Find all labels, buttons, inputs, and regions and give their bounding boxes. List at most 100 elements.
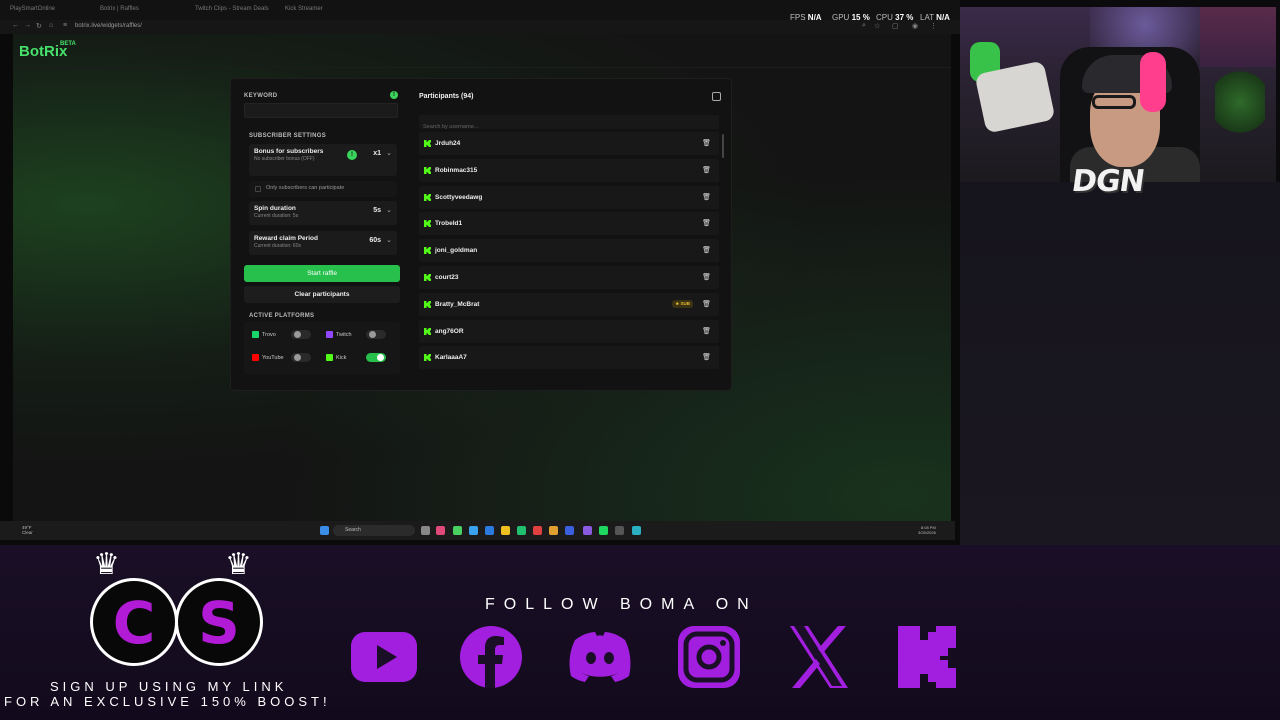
participant-row[interactable]: court23 🗑 [419, 266, 719, 289]
back-icon[interactable]: ← [12, 22, 19, 29]
participants-list: Jrduh24 🗑 Robinmac315 🗑 Scottyveedawg 🗑 Trobel… [419, 132, 719, 386]
bonus-info-icon[interactable]: ! [347, 150, 357, 160]
participant-row[interactable]: Scottyveedawg 🗑 [419, 185, 719, 209]
participant-row[interactable]: joni_goldman 🗑 [419, 239, 719, 263]
task-view-icon[interactable] [421, 526, 430, 535]
taskbar-clock[interactable]: 8:08 PM 3/25/2026 [918, 525, 936, 535]
kick-icon [424, 193, 431, 201]
url-text[interactable]: botrix.live/widgets/raffles/ [75, 23, 142, 29]
spin-duration-setting[interactable]: Spin duration Current duration: 5s 5s ⌄ [249, 201, 397, 225]
weather-widget[interactable]: 49°F Clear [22, 525, 33, 535]
copy-icon[interactable] [712, 92, 721, 101]
kick-icon [424, 354, 431, 362]
participant-name: Bratty_McBrat [435, 300, 480, 308]
trash-icon[interactable]: 🗑 [702, 273, 711, 281]
participant-row[interactable]: Trobeld1 🗑 [419, 212, 719, 236]
webcam-feed [960, 7, 1276, 182]
app-icon[interactable] [565, 526, 574, 535]
participant-row[interactable]: KarlaaaA7 🗑 [419, 346, 719, 370]
participant-name: joni_goldman [435, 247, 478, 255]
profile-icon[interactable]: ◉ [912, 22, 918, 30]
reward-value[interactable]: 60s [369, 237, 381, 244]
browser-tab[interactable]: PlaySmartOnline [10, 6, 55, 18]
windows-taskbar: 49°F Clear Search 8:08 PM 3/25/2026 [0, 521, 955, 540]
home-icon[interactable]: ⌂ [49, 22, 53, 29]
reload-icon[interactable]: ↻ [36, 22, 42, 30]
checkbox-box[interactable] [255, 186, 261, 192]
reward-claim-setting[interactable]: Reward claim Period Current duration: 60… [249, 231, 397, 255]
plant [1215, 67, 1265, 137]
trash-icon[interactable]: 🗑 [702, 139, 711, 147]
app-icon[interactable] [615, 526, 624, 535]
clear-participants-button[interactable]: Clear participants [244, 286, 400, 303]
app-icon[interactable] [632, 526, 641, 535]
spotify-icon[interactable] [599, 526, 608, 535]
participant-row[interactable]: Robinmac315 🗑 [419, 158, 719, 182]
kick-icon [424, 274, 431, 281]
app-icon[interactable] [583, 526, 592, 535]
chevron-down-icon[interactable]: ⌄ [386, 149, 392, 157]
participant-row[interactable]: ang76OR 🗑 [419, 319, 719, 343]
browser-tab[interactable]: Botrix | Raffles [100, 6, 139, 18]
folder-icon[interactable] [501, 526, 510, 535]
forward-icon[interactable]: → [24, 22, 31, 29]
info-icon[interactable]: ! [390, 91, 398, 99]
zoom-icon[interactable]: ⌕ [862, 22, 866, 30]
app-icon[interactable] [533, 526, 542, 535]
trovo-toggle[interactable] [291, 330, 311, 339]
trash-icon[interactable]: 🗑 [702, 353, 711, 361]
edge-icon[interactable] [469, 526, 478, 535]
bonus-subscribers-setting[interactable]: Bonus for subscribers No subscriber bonu… [249, 144, 397, 176]
youtube-icon [252, 354, 259, 361]
spin-subtitle: Current duration: 5s [254, 213, 299, 219]
start-raffle-button[interactable]: Start raffle [244, 265, 400, 282]
kick-icon [424, 327, 431, 335]
app-icon[interactable] [549, 526, 558, 535]
twitch-toggle[interactable] [366, 330, 386, 339]
headset [1140, 52, 1166, 112]
browser-tab-bar: PlaySmartOnline Botrix | Raffles Twitch … [0, 0, 960, 22]
taskbar-search[interactable]: Search [333, 525, 415, 536]
kick-toggle[interactable] [366, 353, 386, 362]
desktop-screen: PlaySmartOnline Botrix | Raffles Twitch … [0, 0, 960, 545]
bookmark-icon[interactable]: ☆ [874, 22, 880, 30]
trash-icon[interactable]: 🗑 [702, 246, 711, 254]
app-icon[interactable] [485, 526, 494, 535]
spin-title: Spin duration [254, 205, 296, 212]
participant-name: Jrduh24 [435, 140, 461, 147]
reward-subtitle: Current duration: 60s [254, 243, 301, 249]
keyword-input[interactable] [244, 103, 398, 118]
participant-row[interactable]: Jrduh24 🗑 [419, 132, 719, 155]
pillow [974, 60, 1056, 134]
start-icon[interactable] [320, 526, 329, 535]
participant-name: Robinmac315 [435, 166, 478, 174]
trash-icon[interactable]: 🗑 [702, 327, 711, 335]
browser-tab[interactable]: Kick Streamer [285, 6, 323, 18]
app-icon[interactable] [436, 526, 445, 535]
site-info-icon[interactable]: ≡ [63, 22, 67, 29]
trash-icon[interactable]: 🗑 [702, 193, 711, 201]
bonus-value[interactable]: x1 [373, 150, 381, 157]
participant-search[interactable] [419, 115, 719, 134]
x-icon [784, 624, 854, 690]
bonus-title: Bonus for subscribers [254, 148, 324, 155]
chrome-icon[interactable] [453, 526, 462, 535]
browser-tab[interactable]: Twitch Clips - Stream Deals [195, 6, 269, 18]
participant-row[interactable]: Bratty_McBrat ★ SUB 🗑 [419, 292, 719, 316]
participant-name: court23 [435, 274, 459, 281]
trash-icon[interactable]: 🗑 [702, 166, 711, 174]
follow-text: FOLLOW BOMA ON [485, 596, 758, 613]
bonus-subtitle: No subscriber bonus (OFF) [254, 156, 315, 162]
chevron-down-icon[interactable]: ⌄ [386, 236, 392, 244]
address-bar[interactable]: ← → ↻ ⌂ ≡ ⌕ ☆ ▢ ◉ ⋮ botrix.live/widgets/… [0, 20, 960, 34]
trash-icon[interactable]: 🗑 [702, 300, 711, 308]
extensions-icon[interactable]: ▢ [892, 22, 899, 30]
menu-icon[interactable]: ⋮ [930, 22, 937, 30]
only-subscribers-checkbox[interactable]: Only subscribers can participate [249, 181, 397, 197]
app-icon[interactable] [517, 526, 526, 535]
list-scrollbar[interactable] [722, 134, 724, 158]
youtube-toggle[interactable] [291, 353, 311, 362]
chevron-down-icon[interactable]: ⌄ [386, 206, 392, 214]
trash-icon[interactable]: 🗑 [702, 219, 711, 227]
spin-value[interactable]: 5s [373, 207, 381, 214]
